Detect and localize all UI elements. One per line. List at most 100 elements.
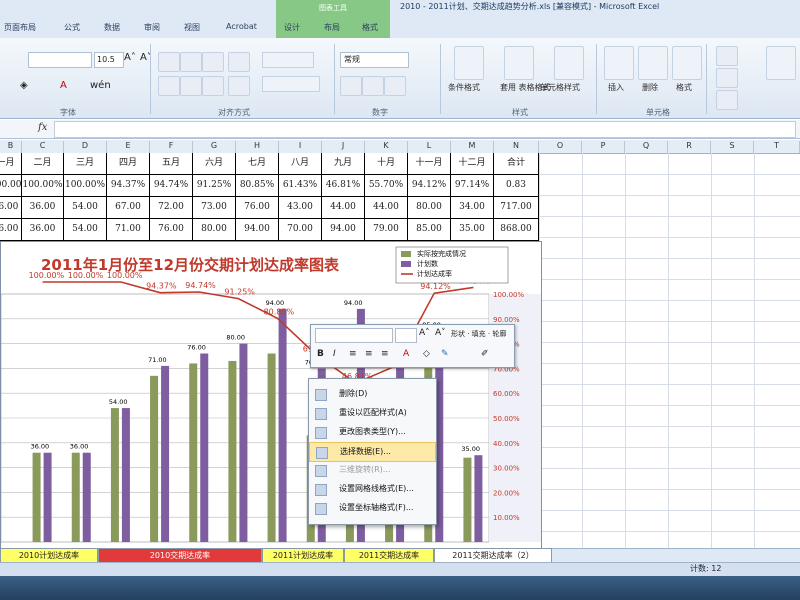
mini-shrink-font-icon[interactable]: A˅	[435, 328, 446, 338]
column-header-H[interactable]: H	[236, 141, 279, 153]
table-cell[interactable]: 97.14%	[451, 175, 494, 197]
table-cell[interactable]: 94.12%	[408, 175, 451, 197]
font-name-box[interactable]	[28, 52, 92, 68]
fill-color-icon[interactable]: ◈	[20, 80, 28, 91]
table-cell[interactable]: 54.00	[64, 197, 107, 219]
tab-review[interactable]: 审阅	[144, 22, 160, 33]
table-header-cell[interactable]: 七月	[236, 153, 279, 175]
format-cells-button[interactable]	[672, 46, 702, 80]
align-left-button[interactable]	[158, 76, 180, 96]
sheet-tab[interactable]: 2010交期达成率	[98, 548, 262, 563]
align-top-button[interactable]	[158, 52, 180, 72]
table-cell[interactable]: 44.00	[365, 197, 408, 219]
column-header-T[interactable]: T	[754, 141, 800, 153]
column-header-R[interactable]: R	[668, 141, 711, 153]
number-format-box[interactable]: 常规	[340, 52, 409, 68]
table-cell[interactable]: 61.43%	[279, 175, 322, 197]
context-menu-item[interactable]: 设置坐标轴格式(F)...	[309, 499, 436, 517]
table-header-cell[interactable]: 六月	[193, 153, 236, 175]
table-cell[interactable]: 67.00	[107, 197, 150, 219]
mini-font-size[interactable]	[395, 328, 417, 343]
percent-button[interactable]	[362, 76, 384, 96]
column-header-E[interactable]: E	[107, 141, 150, 153]
table-header-cell[interactable]: 五月	[150, 153, 193, 175]
mini-fill-icon[interactable]: ◇	[423, 349, 430, 359]
table-header-cell[interactable]: 十二月	[451, 153, 494, 175]
table-header-cell[interactable]: 一月	[0, 153, 22, 175]
mini-italic-icon[interactable]: I	[333, 349, 336, 359]
context-menu-item[interactable]: 设置网格线格式(E)...	[309, 480, 436, 498]
table-header-cell[interactable]: 四月	[107, 153, 150, 175]
column-header-J[interactable]: J	[322, 141, 365, 153]
tab-format[interactable]: 格式	[362, 22, 378, 33]
mini-align-right-icon[interactable]: ≡	[381, 349, 389, 359]
sheet-tab[interactable]: 2011计划达成率	[262, 548, 344, 563]
font-color-icon[interactable]: A	[60, 80, 67, 91]
table-cell[interactable]: 0.83	[494, 175, 539, 197]
column-header-P[interactable]: P	[582, 141, 625, 153]
mini-font-name[interactable]	[315, 328, 393, 343]
context-menu-item[interactable]: 选择数据(E)...	[309, 442, 436, 462]
column-header-O[interactable]: O	[539, 141, 582, 153]
table-cell[interactable]: 72.00	[150, 197, 193, 219]
column-header-S[interactable]: S	[711, 141, 754, 153]
sheet-tab[interactable]: 2010计划达成率	[0, 548, 98, 563]
align-bottom-button[interactable]	[202, 52, 224, 72]
tab-formulas[interactable]: 公式	[64, 22, 80, 33]
table-cell[interactable]: 71.00	[107, 219, 150, 241]
context-menu-item[interactable]: 更改图表类型(Y)...	[309, 423, 436, 441]
wrap-text-button[interactable]	[262, 52, 314, 68]
table-cell[interactable]: 46.81%	[322, 175, 365, 197]
column-header-C[interactable]: C	[22, 141, 64, 153]
table-cell[interactable]: 34.00	[451, 197, 494, 219]
table-cell[interactable]: 79.00	[365, 219, 408, 241]
table-header-cell[interactable]: 十月	[365, 153, 408, 175]
table-cell[interactable]: 36.00	[0, 219, 22, 241]
merge-center-button[interactable]	[262, 76, 320, 92]
sheet-tab[interactable]: 2011交期达成率	[344, 548, 434, 563]
align-center-button[interactable]	[180, 76, 202, 96]
table-cell[interactable]: 43.00	[279, 197, 322, 219]
table-header-cell[interactable]: 八月	[279, 153, 322, 175]
orientation-button[interactable]	[228, 52, 250, 72]
table-cell[interactable]: 36.00	[0, 197, 22, 219]
table-cell[interactable]: 35.00	[451, 219, 494, 241]
mini-format-painter-icon[interactable]: ✐	[481, 349, 489, 359]
table-cell[interactable]: 94.37%	[107, 175, 150, 197]
table-cell[interactable]: 85.00	[408, 219, 451, 241]
align-middle-button[interactable]	[180, 52, 202, 72]
sheet-tab[interactable]: 2011交期达成率（2）	[434, 548, 552, 563]
column-header-N[interactable]: N	[494, 141, 539, 153]
table-cell[interactable]: 94.74%	[150, 175, 193, 197]
table-cell[interactable]: 100.00%	[64, 175, 107, 197]
mini-align-left-icon[interactable]: ≡	[349, 349, 357, 359]
comma-button[interactable]	[384, 76, 406, 96]
grow-font-icon[interactable]: A˄	[124, 52, 136, 63]
table-cell[interactable]: 55.70%	[365, 175, 408, 197]
table-cell[interactable]: 36.00	[22, 219, 64, 241]
table-cell[interactable]: 36.00	[22, 197, 64, 219]
formula-input[interactable]	[54, 121, 796, 138]
column-header-F[interactable]: F	[150, 141, 193, 153]
table-cell[interactable]: 54.00	[64, 219, 107, 241]
table-cell[interactable]: 94.00	[236, 219, 279, 241]
table-cell[interactable]: 76.00	[150, 219, 193, 241]
insert-cells-button[interactable]	[604, 46, 634, 80]
column-header-K[interactable]: K	[365, 141, 408, 153]
column-header-M[interactable]: M	[451, 141, 494, 153]
font-size-box[interactable]: 10.5	[94, 52, 124, 68]
autosum-button[interactable]	[716, 46, 738, 66]
table-header-cell[interactable]: 合计	[494, 153, 539, 175]
table-cell[interactable]: 44.00	[322, 197, 365, 219]
mini-align-center-icon[interactable]: ≡	[365, 349, 373, 359]
table-cell[interactable]: 868.00	[494, 219, 539, 241]
tab-acrobat[interactable]: Acrobat	[226, 22, 257, 31]
table-cell[interactable]: 100.00%	[0, 175, 22, 197]
currency-button[interactable]	[340, 76, 362, 96]
phonetic-icon[interactable]: wén	[90, 80, 111, 91]
table-header-cell[interactable]: 十一月	[408, 153, 451, 175]
column-header-B[interactable]: B	[0, 141, 22, 153]
table-header-cell[interactable]: 三月	[64, 153, 107, 175]
sort-filter-button[interactable]	[766, 46, 796, 80]
table-cell[interactable]: 100.00%	[22, 175, 64, 197]
